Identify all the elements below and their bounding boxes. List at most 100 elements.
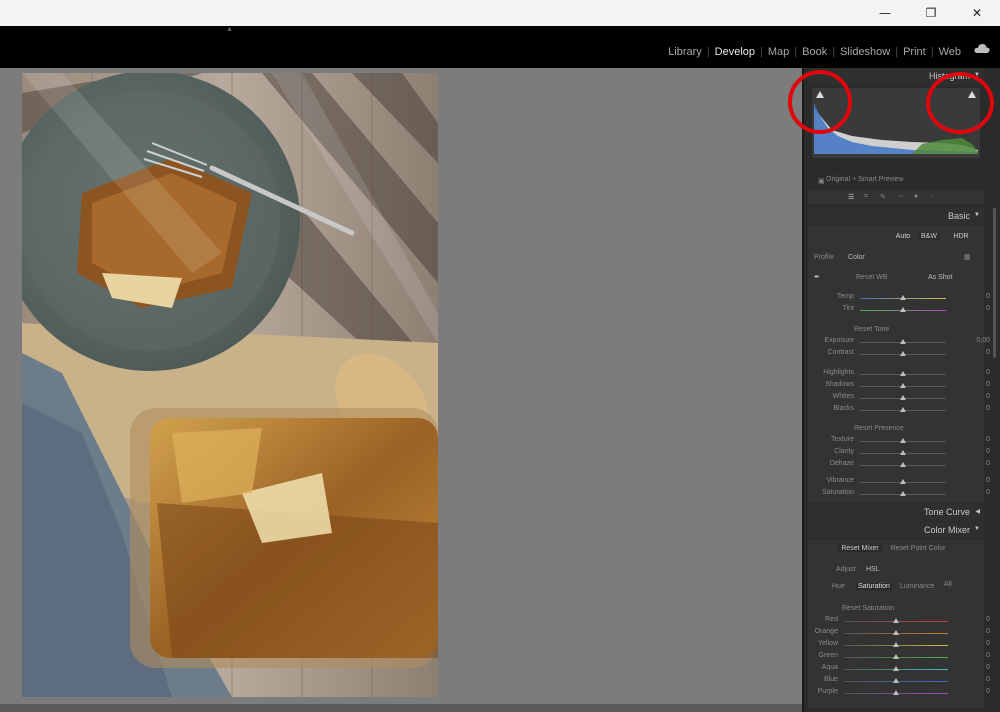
slider-thumb[interactable]: [893, 642, 899, 647]
reset-wb[interactable]: Reset WB: [856, 274, 888, 281]
slider-value[interactable]: 0: [986, 305, 990, 312]
slider-value[interactable]: 0: [986, 448, 990, 455]
slider-thumb[interactable]: [900, 462, 906, 467]
slider-thumb[interactable]: [900, 407, 906, 412]
slider-thumb[interactable]: [900, 450, 906, 455]
slider-value[interactable]: 0: [986, 489, 990, 496]
slider-thumb[interactable]: [900, 438, 906, 443]
basic-title: Basic: [947, 211, 970, 221]
slider-value[interactable]: 0: [986, 405, 990, 412]
slider-thumb[interactable]: [900, 307, 906, 312]
slider-value[interactable]: 0: [986, 652, 990, 659]
slider-label: Green: [818, 652, 838, 659]
slider-thumb[interactable]: [893, 678, 899, 683]
preview-info: Original + Smart Preview: [826, 176, 904, 183]
reset-mixer-button[interactable]: Reset Mixer: [838, 545, 882, 552]
reset-point-color-button[interactable]: Reset Point Color: [890, 545, 946, 552]
photo-canvas[interactable]: [0, 68, 802, 712]
slider-thumb[interactable]: [900, 339, 906, 344]
slider-label: Blue: [823, 676, 838, 683]
basic-header[interactable]: Basic ▼: [808, 208, 984, 225]
restore-button[interactable]: ❐: [908, 0, 954, 26]
profile-select[interactable]: Color: [848, 254, 865, 261]
photo[interactable]: [22, 73, 438, 697]
shadow-clipping-annotation: [788, 70, 852, 134]
slider-value[interactable]: 0: [986, 664, 990, 671]
slider-value[interactable]: 0: [986, 381, 990, 388]
slider-label: Clarity: [834, 448, 854, 455]
collapse-top-panel-icon[interactable]: ▲: [226, 26, 233, 33]
slider-value[interactable]: 0: [986, 676, 990, 683]
module-list: Library | Develop | Map | Book | Slideshow | …: [663, 45, 966, 59]
slider-value[interactable]: 0: [986, 616, 990, 623]
slider-thumb[interactable]: [893, 690, 899, 695]
slider-value[interactable]: 0: [986, 460, 990, 467]
slider-value[interactable]: 0: [986, 393, 990, 400]
module-library[interactable]: Library: [663, 46, 707, 58]
tone-curve-header[interactable]: Tone Curve ◀: [808, 504, 984, 521]
slider-value[interactable]: 0: [986, 293, 990, 300]
slider-label: Saturation: [822, 489, 854, 496]
profile-browser-icon[interactable]: ▦: [964, 253, 971, 261]
slider-thumb[interactable]: [893, 618, 899, 623]
wb-select[interactable]: As Shot: [928, 274, 953, 281]
hdr-button[interactable]: HDR: [950, 233, 972, 240]
color-mixer-header[interactable]: Color Mixer ▼: [808, 522, 984, 539]
module-develop[interactable]: Develop: [710, 46, 760, 58]
slider-thumb[interactable]: [900, 395, 906, 400]
cloud-icon[interactable]: [974, 43, 990, 53]
tab-saturation[interactable]: Saturation: [856, 583, 892, 590]
panel-scrollbar[interactable]: [993, 208, 996, 358]
slider-value[interactable]: 0: [986, 369, 990, 376]
tab-all[interactable]: All: [944, 581, 952, 588]
presets-icon[interactable]: ◌: [930, 193, 934, 200]
slider-thumb[interactable]: [893, 630, 899, 635]
module-map[interactable]: Map: [763, 46, 794, 58]
wb-eyedropper-icon[interactable]: ✒: [814, 273, 820, 281]
edit-sliders-icon[interactable]: ☰: [848, 193, 854, 201]
slider-thumb[interactable]: [900, 383, 906, 388]
module-book[interactable]: Book: [797, 46, 832, 58]
slider-label: Texture: [831, 436, 854, 443]
reset-tone[interactable]: Reset Tone: [854, 326, 889, 333]
auto-button[interactable]: Auto: [892, 233, 914, 240]
module-print[interactable]: Print: [898, 46, 931, 58]
collapse-triangle-icon[interactable]: ▼: [974, 212, 980, 218]
slider-thumb[interactable]: [900, 491, 906, 496]
red-eye-icon[interactable]: ◦◦: [898, 193, 903, 200]
healing-icon[interactable]: ✎: [880, 193, 886, 201]
bw-button[interactable]: B&W: [918, 233, 940, 240]
masking-icon[interactable]: ●: [914, 193, 918, 200]
slider-thumb[interactable]: [900, 295, 906, 300]
slider-thumb[interactable]: [900, 351, 906, 356]
slider-value[interactable]: 0: [986, 688, 990, 695]
slider-thumb[interactable]: [893, 666, 899, 671]
reset-saturation[interactable]: Reset Saturation: [842, 605, 894, 612]
slider-value[interactable]: 0,00: [976, 337, 990, 344]
adjust-select[interactable]: HSL: [866, 566, 880, 573]
title-bar: — ❐ ✕: [0, 0, 1000, 26]
slider-value[interactable]: 0: [986, 640, 990, 647]
profile-label: Profile: [814, 254, 834, 261]
slider-label: Purple: [817, 688, 838, 695]
collapse-triangle-icon[interactable]: ▼: [974, 526, 980, 532]
slider-thumb[interactable]: [900, 479, 906, 484]
expand-triangle-icon[interactable]: ◀: [975, 508, 980, 515]
slider-thumb[interactable]: [900, 371, 906, 376]
reset-presence[interactable]: Reset Presence: [854, 425, 904, 432]
slider-value[interactable]: 0: [986, 349, 990, 356]
minimize-button[interactable]: —: [862, 0, 908, 26]
slider-value[interactable]: 0: [986, 436, 990, 443]
slider-value[interactable]: 0: [986, 628, 990, 635]
slider-thumb[interactable]: [893, 654, 899, 659]
module-picker: ▲ Library | Develop | Map | Book | Slideshow…: [0, 26, 1000, 68]
slider-label: Contrast: [827, 349, 854, 356]
crop-icon[interactable]: ⌗: [864, 193, 868, 201]
module-slideshow[interactable]: Slideshow: [835, 46, 895, 58]
module-web[interactable]: Web: [934, 46, 966, 58]
tab-hue[interactable]: Hue: [832, 583, 845, 590]
close-button[interactable]: ✕: [954, 0, 1000, 26]
tab-luminance[interactable]: Luminance: [900, 583, 934, 590]
filmstrip-edge[interactable]: [0, 704, 802, 712]
slider-value[interactable]: 0: [986, 477, 990, 484]
